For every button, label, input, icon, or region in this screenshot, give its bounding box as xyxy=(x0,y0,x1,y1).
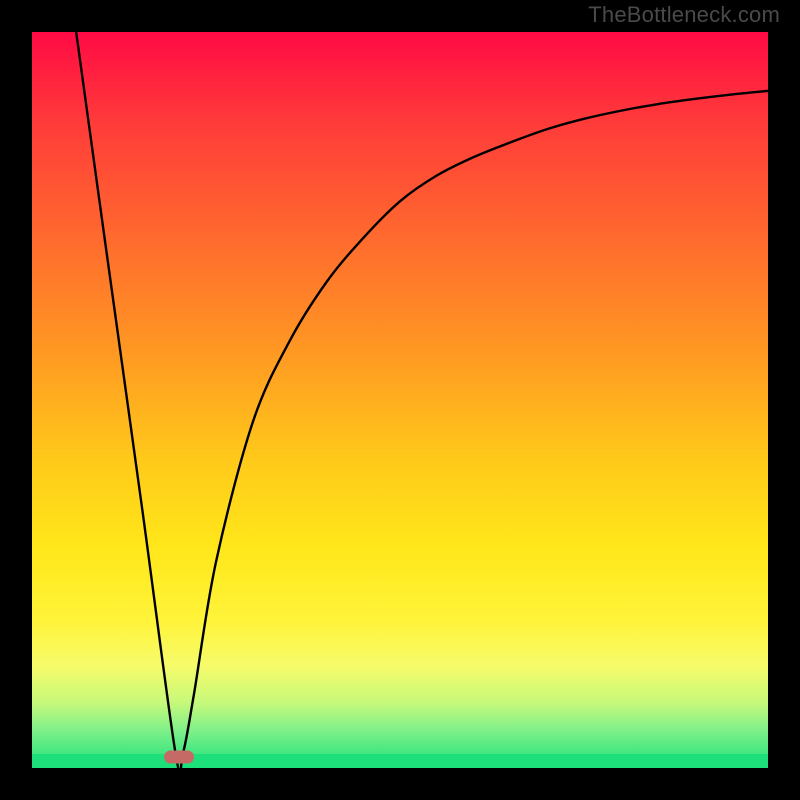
bottleneck-curve xyxy=(32,32,768,768)
optimal-point-marker xyxy=(164,750,194,763)
chart-frame: TheBottleneck.com xyxy=(0,0,800,800)
watermark-text: TheBottleneck.com xyxy=(588,2,780,28)
plot-area xyxy=(32,32,768,768)
